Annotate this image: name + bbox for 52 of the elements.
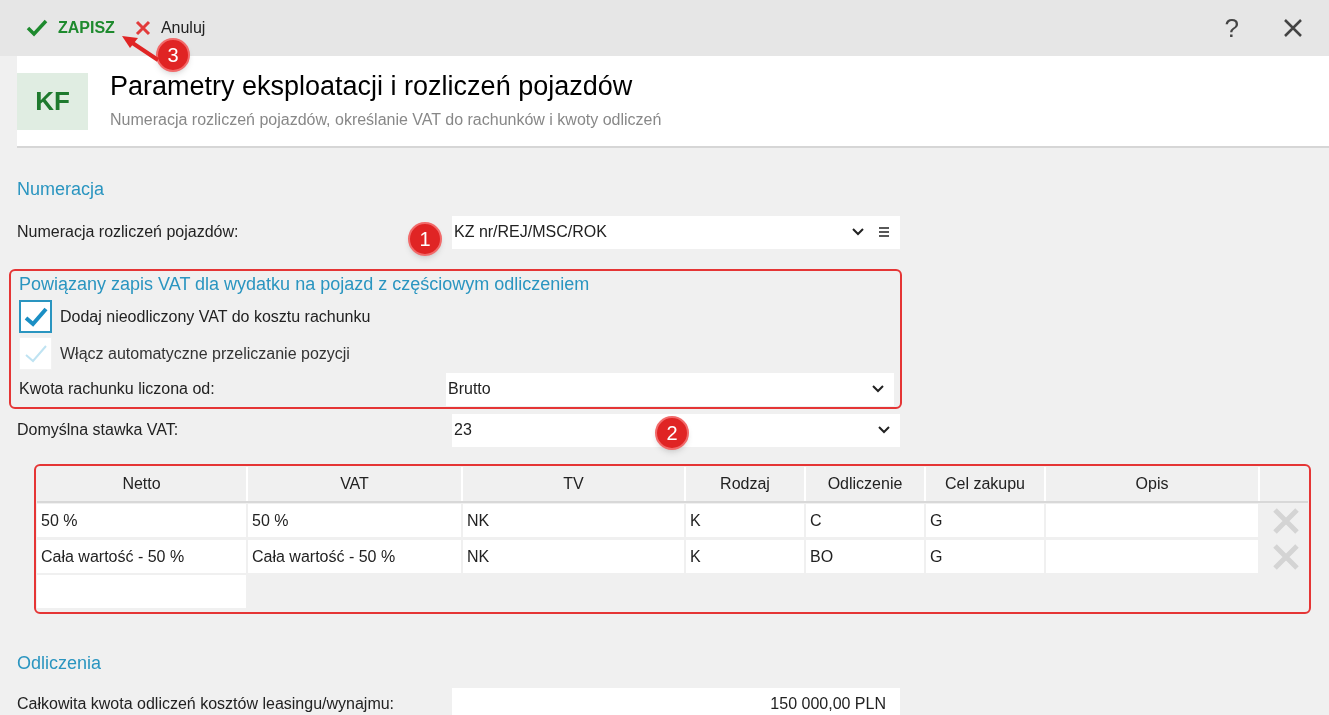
table-cell: 50 % <box>248 504 463 537</box>
checkbox[interactable] <box>19 300 52 333</box>
column-header: Netto <box>37 467 248 501</box>
new-row-cell[interactable] <box>37 575 246 608</box>
field-label: Kwota rachunku liczona od: <box>19 379 216 399</box>
table-cell: NK <box>463 504 686 537</box>
deduction-amount-field[interactable]: 150 000,00 PLN <box>452 687 900 715</box>
table-cell: G <box>926 540 1046 573</box>
close-icon <box>134 20 151 36</box>
column-header: Rodzaj <box>686 467 806 501</box>
column-header: TV <box>463 467 686 501</box>
save-button[interactable]: ZAPISZ <box>26 16 115 40</box>
check-icon <box>23 306 48 327</box>
table-cell: K <box>686 540 806 573</box>
close-icon[interactable] <box>1283 18 1303 38</box>
table-cell: Cała wartość - 50 % <box>248 540 463 573</box>
delete-icon[interactable] <box>1272 543 1300 571</box>
annotation-arrow <box>120 34 160 64</box>
field-label: Numeracja rozliczeń pojazdów: <box>17 223 239 240</box>
cancel-button[interactable]: Anuluj <box>134 16 206 40</box>
chevron-down-icon <box>878 426 890 434</box>
column-header: Cel zakupu <box>926 467 1046 501</box>
chevron-down-icon <box>872 385 884 393</box>
menu-icon[interactable] <box>878 227 890 237</box>
section-heading: Numeracja <box>17 178 106 201</box>
section-heading: Powiązany zapis VAT dla wydatku na pojazd z częściowym odliczeniem <box>19 273 591 296</box>
column-header: Opis <box>1046 467 1260 501</box>
table-cell: NK <box>463 540 686 573</box>
field-label: Całkowita kwota odliczeń kosztów leasingu/wynajmu: <box>17 694 396 714</box>
chevron-down-icon <box>852 228 864 236</box>
table-cell: K <box>686 504 806 537</box>
field-label: Domyślna stawka VAT: <box>17 420 180 440</box>
table-cell: G <box>926 504 1046 537</box>
numbering-dropdown[interactable]: KZ nr/REJ/MSC/ROK <box>452 215 900 249</box>
module-badge: KF <box>17 72 88 130</box>
help-button[interactable]: ? <box>1224 8 1239 48</box>
page-subtitle: Numeracja rozliczeń pojazdów, określanie VAT do rachunków i kwoty odliczeń <box>110 110 662 130</box>
table-cell: C <box>806 504 926 537</box>
checkmark-icon <box>26 19 48 37</box>
amount-basis-dropdown[interactable]: Brutto <box>446 372 894 406</box>
delete-icon[interactable] <box>1272 507 1300 535</box>
check-icon <box>23 343 48 364</box>
section-heading: Odliczenia <box>17 652 103 675</box>
column-header: VAT <box>248 467 463 501</box>
table-cell: BO <box>806 540 926 573</box>
table-cell: Cała wartość - 50 % <box>37 540 248 573</box>
annotation-number: 1 <box>408 222 442 256</box>
page-title: Parametry eksploatacji i rozliczeń pojazdów <box>110 70 634 102</box>
column-header: Odliczenie <box>806 467 926 501</box>
table-cell: 50 % <box>37 504 248 537</box>
checkbox-label: Włącz automatyczne przeliczanie pozycji <box>60 343 350 364</box>
checkbox-label: Dodaj nieodliczony VAT do kosztu rachunku <box>60 306 371 327</box>
